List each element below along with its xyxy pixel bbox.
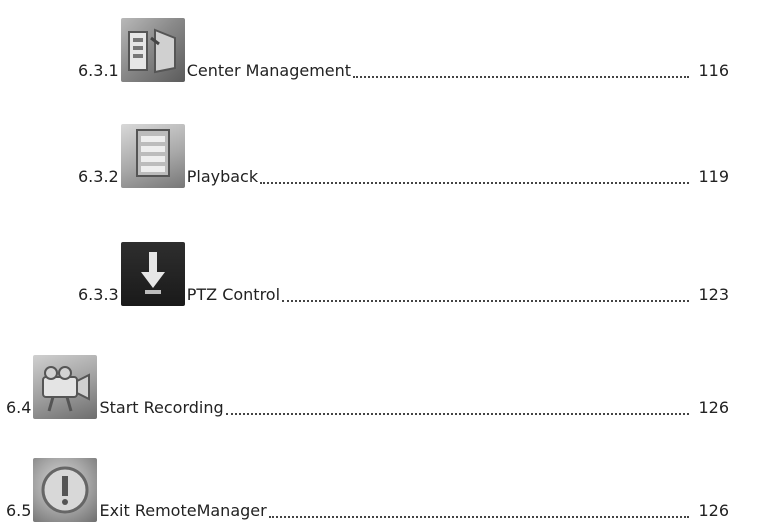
toc-entry-center-management[interactable]: 6.3.1 Center Management 116 <box>78 6 729 82</box>
toc-title: Start Recording <box>99 398 224 417</box>
toc-entry-start-recording[interactable]: 6.4 Start Recording 126 <box>6 343 729 419</box>
toc-title: Center Management <box>186 61 352 80</box>
toc-entry-playback[interactable]: 6.3.2 Playback 119 <box>78 112 729 188</box>
playback-icon <box>120 124 185 188</box>
toc-entry-ptz-control[interactable]: 6.3.3 PTZ Control 123 <box>78 230 729 306</box>
toc-leader <box>260 181 689 184</box>
toc-number: 6.3.1 <box>78 61 119 80</box>
toc-page-number: 119 <box>698 167 729 186</box>
toc-leader <box>268 515 689 518</box>
toc-number: 6.3.2 <box>78 167 119 186</box>
toc-title: Exit RemoteManager <box>99 501 267 520</box>
toc-entry-exit-remotemanager[interactable]: 6.5 Exit RemoteManager 126 <box>6 446 729 522</box>
toc-number: 6.5 <box>6 501 32 520</box>
start-recording-icon <box>33 355 98 419</box>
toc-number: 6.3.3 <box>78 285 119 304</box>
toc-title: Playback <box>186 167 259 186</box>
toc-title: PTZ Control <box>186 285 281 304</box>
toc-leader <box>282 299 689 302</box>
toc-page-number: 123 <box>698 285 729 304</box>
toc-page-number: 126 <box>698 501 729 520</box>
toc-number: 6.4 <box>6 398 32 417</box>
toc-page-number: 126 <box>698 398 729 417</box>
toc-leader <box>353 75 689 78</box>
exit-remotemanager-icon <box>33 458 98 522</box>
center-management-icon <box>120 18 185 82</box>
toc-leader <box>225 412 689 415</box>
toc-page-number: 116 <box>698 61 729 80</box>
ptz-control-icon <box>120 242 185 306</box>
